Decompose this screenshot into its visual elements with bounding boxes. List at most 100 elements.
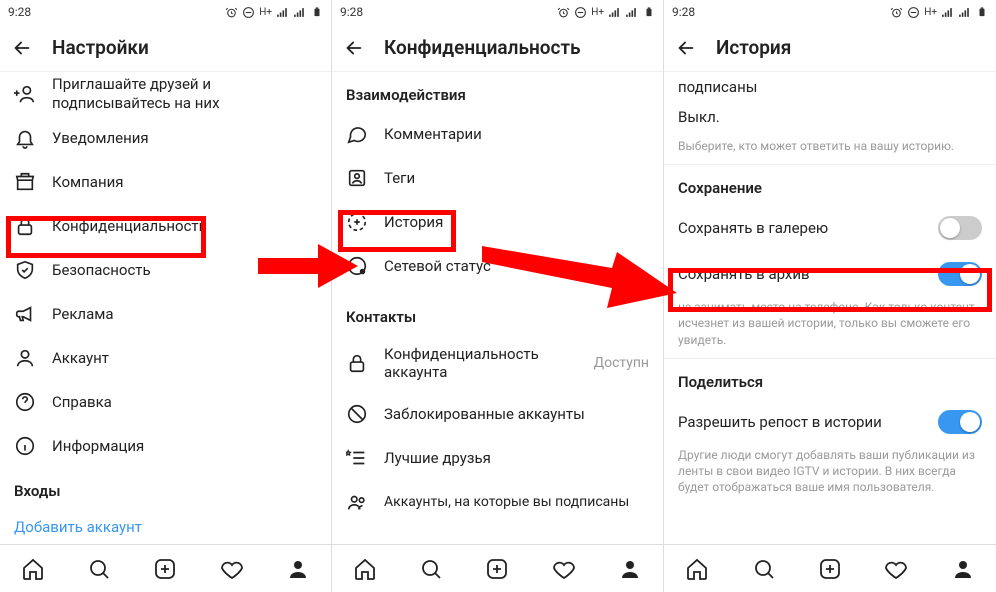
save-archive-row[interactable]: Сохранять в архив — [664, 251, 996, 297]
nav-activity[interactable] — [883, 556, 909, 582]
business-label: Компания — [52, 173, 123, 191]
screen-story: 9:28 H+ История подписаны Выкл. Выберите… — [664, 0, 996, 592]
signal-icon — [941, 6, 954, 19]
settings-item-privacy[interactable]: Конфиденциальность — [0, 204, 331, 248]
privacy-item-activity-status[interactable]: Сетевой статус — [332, 244, 663, 288]
settings-item-business[interactable]: Компания — [0, 160, 331, 204]
privacy-item-following[interactable]: Аккаунты, на которые вы подписаны — [332, 480, 663, 524]
header: Настройки — [0, 24, 331, 72]
account-privacy-label: Конфиденциальность аккаунта — [384, 345, 578, 381]
status-time: 9:28 — [8, 5, 31, 19]
alarm-icon — [225, 6, 238, 19]
megaphone-icon — [14, 303, 36, 325]
blocked-label: Заблокированные аккаунты — [384, 405, 585, 423]
activity-status-icon — [346, 255, 368, 277]
nav-add[interactable] — [484, 556, 510, 582]
privacy-label: Конфиденциальность — [52, 217, 207, 235]
dnd-icon — [242, 6, 255, 19]
settings-item-invite[interactable]: Приглашайте друзей и подписывайтесь на н… — [0, 72, 331, 116]
dnd-icon — [907, 6, 920, 19]
back-button[interactable] — [10, 36, 34, 60]
privacy-item-close-friends[interactable]: Лучшие друзья — [332, 436, 663, 480]
bottom-nav — [332, 544, 663, 592]
page-title: Настройки — [52, 36, 149, 59]
comments-label: Комментарии — [384, 125, 482, 143]
save-gallery-toggle[interactable] — [938, 216, 982, 240]
back-button[interactable] — [342, 36, 366, 60]
settings-item-notifications[interactable]: Уведомления — [0, 116, 331, 160]
privacy-item-comments[interactable]: Комментарии — [332, 112, 663, 156]
nav-home[interactable] — [684, 556, 710, 582]
nav-search[interactable] — [751, 556, 777, 582]
privacy-item-blocked[interactable]: Заблокированные аккаунты — [332, 392, 663, 436]
reply-off-option[interactable]: Выкл. — [664, 98, 996, 128]
page-title: Конфиденциальность — [384, 36, 581, 59]
following-label: Аккаунты, на которые вы подписаны — [384, 494, 629, 510]
status-icons: H+ — [225, 6, 323, 19]
nav-profile[interactable] — [285, 556, 311, 582]
section-interactions: Взаимодействия — [332, 72, 663, 112]
settings-item-account[interactable]: Аккаунт — [0, 336, 331, 380]
allow-reshare-row[interactable]: Разрешить репост в истории — [664, 399, 996, 445]
block-icon — [346, 403, 368, 425]
scroll-stub-top: подписаны — [664, 72, 996, 98]
nav-home[interactable] — [20, 556, 46, 582]
alarm-icon — [557, 6, 570, 19]
tags-label: Теги — [384, 169, 415, 187]
save-gallery-row[interactable]: Сохранять в галерею — [664, 205, 996, 251]
status-icons: H+ — [890, 6, 988, 19]
section-contacts: Контакты — [332, 294, 663, 334]
save-archive-toggle[interactable] — [938, 262, 982, 286]
back-button[interactable] — [674, 36, 698, 60]
allow-reshare-toggle[interactable] — [938, 410, 982, 434]
nav-profile[interactable] — [950, 556, 976, 582]
about-label: Информация — [52, 437, 144, 455]
battery-icon — [975, 6, 988, 19]
privacy-item-tags[interactable]: Теги — [332, 156, 663, 200]
section-share: Поделиться — [664, 359, 996, 399]
nav-activity[interactable] — [219, 556, 245, 582]
nav-activity[interactable] — [551, 556, 577, 582]
privacy-item-account-privacy[interactable]: Конфиденциальность аккаунта Доступн — [332, 334, 663, 392]
save-gallery-label: Сохранять в галерею — [678, 219, 922, 237]
add-account-link[interactable]: Добавить аккаунт — [0, 508, 331, 544]
screen-privacy: 9:28 H+ Конфиденциальность Взаимодействи… — [332, 0, 664, 592]
help-icon — [14, 391, 36, 413]
screen-settings: 9:28 H+ Настройки Приглашайте друзей и — [0, 0, 332, 592]
help-label: Справка — [52, 393, 112, 411]
section-save: Сохранение — [664, 165, 996, 205]
settings-list: Приглашайте друзей и подписывайтесь на н… — [0, 72, 331, 544]
network-type: H+ — [259, 7, 272, 18]
battery-icon — [310, 6, 323, 19]
settings-item-help[interactable]: Справка — [0, 380, 331, 424]
signal-icon — [608, 6, 621, 19]
settings-item-about[interactable]: Информация — [0, 424, 331, 468]
invite-label-1: Приглашайте друзей и — [52, 75, 220, 94]
nav-home[interactable] — [352, 556, 378, 582]
privacy-list: Взаимодействия Комментарии Теги История … — [332, 72, 663, 544]
notifications-label: Уведомления — [52, 129, 149, 147]
nav-profile[interactable] — [617, 556, 643, 582]
comment-icon — [346, 123, 368, 145]
people-icon — [346, 491, 368, 513]
story-label: История — [384, 213, 443, 231]
nav-add[interactable] — [817, 556, 843, 582]
status-bar: 9:28 H+ — [0, 0, 331, 24]
settings-item-security[interactable]: Безопасность — [0, 248, 331, 292]
header: Конфиденциальность — [332, 24, 663, 72]
page-title: История — [716, 36, 791, 59]
security-label: Безопасность — [52, 261, 151, 279]
add-person-icon — [14, 83, 36, 105]
ads-label: Реклама — [52, 305, 114, 323]
section-logins: Входы — [0, 468, 331, 508]
header: История — [664, 24, 996, 72]
battery-icon — [642, 6, 655, 19]
account-label: Аккаунт — [52, 349, 109, 367]
story-settings: подписаны Выкл. Выберите, кто может отве… — [664, 72, 996, 544]
nav-search[interactable] — [418, 556, 444, 582]
status-bar: 9:28 H+ — [664, 0, 996, 24]
privacy-item-story[interactable]: История — [332, 200, 663, 244]
nav-add[interactable] — [152, 556, 178, 582]
settings-item-ads[interactable]: Реклама — [0, 292, 331, 336]
nav-search[interactable] — [86, 556, 112, 582]
